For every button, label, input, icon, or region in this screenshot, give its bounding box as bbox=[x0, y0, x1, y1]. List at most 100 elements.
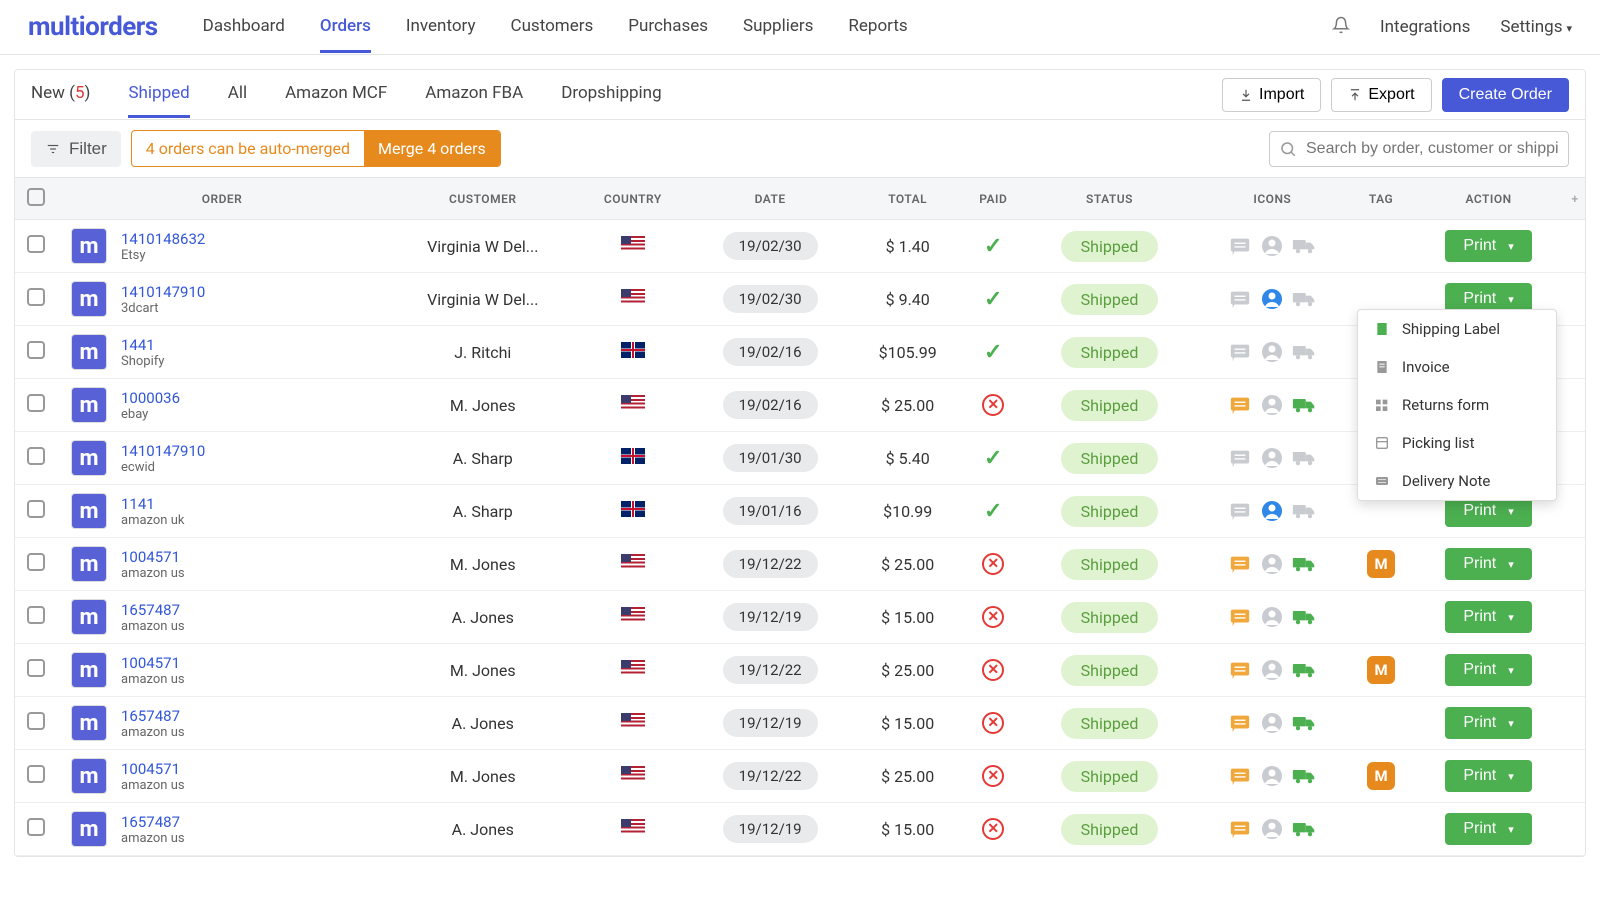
select-all-checkbox[interactable] bbox=[27, 188, 45, 206]
tab-shipped[interactable]: Shipped bbox=[128, 71, 189, 118]
tag-badge[interactable]: M bbox=[1367, 762, 1395, 790]
note-icon[interactable] bbox=[1228, 553, 1252, 575]
row-checkbox[interactable] bbox=[27, 818, 45, 836]
order-number-link[interactable]: 1657487 bbox=[121, 813, 185, 831]
person-icon[interactable] bbox=[1260, 500, 1284, 522]
truck-icon[interactable] bbox=[1292, 288, 1316, 310]
col-order[interactable]: ORDER bbox=[57, 178, 387, 220]
truck-icon[interactable] bbox=[1292, 500, 1316, 522]
tab-amazon-fba[interactable]: Amazon FBA bbox=[425, 71, 523, 118]
row-checkbox[interactable] bbox=[27, 288, 45, 306]
row-checkbox[interactable] bbox=[27, 553, 45, 571]
truck-icon[interactable] bbox=[1292, 659, 1316, 681]
tag-badge[interactable]: M bbox=[1367, 550, 1395, 578]
nav-orders[interactable]: Orders bbox=[320, 2, 371, 53]
nav-customers[interactable]: Customers bbox=[511, 2, 594, 53]
dropdown-item[interactable]: Picking list bbox=[1358, 424, 1556, 462]
truck-icon[interactable] bbox=[1292, 394, 1316, 416]
tab-amazon-mcf[interactable]: Amazon MCF bbox=[285, 71, 387, 118]
note-icon[interactable] bbox=[1228, 235, 1252, 257]
search-input[interactable] bbox=[1269, 131, 1569, 167]
row-checkbox[interactable] bbox=[27, 606, 45, 624]
person-icon[interactable] bbox=[1260, 606, 1284, 628]
person-icon[interactable] bbox=[1260, 553, 1284, 575]
print-button[interactable]: Print▾ bbox=[1445, 707, 1531, 739]
note-icon[interactable] bbox=[1228, 818, 1252, 840]
tag-badge[interactable]: M bbox=[1367, 656, 1395, 684]
truck-icon[interactable] bbox=[1292, 818, 1316, 840]
order-number-link[interactable]: 1004571 bbox=[121, 548, 185, 566]
note-icon[interactable] bbox=[1228, 765, 1252, 787]
col-date[interactable]: DATE bbox=[687, 178, 853, 220]
truck-icon[interactable] bbox=[1292, 606, 1316, 628]
filter-button[interactable]: Filter bbox=[31, 131, 121, 167]
col-tag[interactable]: TAG bbox=[1350, 178, 1412, 220]
add-column-button[interactable]: + bbox=[1565, 178, 1585, 220]
note-icon[interactable] bbox=[1228, 288, 1252, 310]
order-number-link[interactable]: 1410147910 bbox=[121, 283, 205, 301]
order-number-link[interactable]: 1000036 bbox=[121, 389, 180, 407]
person-icon[interactable] bbox=[1260, 288, 1284, 310]
col-action[interactable]: ACTION bbox=[1412, 178, 1565, 220]
col-status[interactable]: STATUS bbox=[1024, 178, 1194, 220]
nav-reports[interactable]: Reports bbox=[848, 2, 907, 53]
nav-dashboard[interactable]: Dashboard bbox=[203, 2, 285, 53]
col-country[interactable]: COUNTRY bbox=[579, 178, 688, 220]
row-checkbox[interactable] bbox=[27, 447, 45, 465]
print-button[interactable]: Print▾ bbox=[1445, 813, 1531, 845]
export-button[interactable]: Export bbox=[1331, 78, 1431, 112]
create-order-button[interactable]: Create Order bbox=[1442, 78, 1569, 112]
truck-icon[interactable] bbox=[1292, 765, 1316, 787]
row-checkbox[interactable] bbox=[27, 394, 45, 412]
person-icon[interactable] bbox=[1260, 659, 1284, 681]
tab-dropshipping[interactable]: Dropshipping bbox=[561, 71, 661, 118]
note-icon[interactable] bbox=[1228, 394, 1252, 416]
col-customer[interactable]: CUSTOMER bbox=[387, 178, 579, 220]
order-number-link[interactable]: 1004571 bbox=[121, 760, 185, 778]
order-number-link[interactable]: 1657487 bbox=[121, 601, 185, 619]
print-button[interactable]: Print▾ bbox=[1445, 230, 1531, 262]
col-total[interactable]: TOTAL bbox=[853, 178, 962, 220]
person-icon[interactable] bbox=[1260, 235, 1284, 257]
print-button[interactable]: Print▾ bbox=[1445, 601, 1531, 633]
note-icon[interactable] bbox=[1228, 712, 1252, 734]
person-icon[interactable] bbox=[1260, 765, 1284, 787]
order-number-link[interactable]: 1410148632 bbox=[121, 230, 205, 248]
nav-inventory[interactable]: Inventory bbox=[406, 2, 476, 53]
order-number-link[interactable]: 1141 bbox=[121, 495, 184, 513]
dropdown-item[interactable]: Shipping Label bbox=[1358, 310, 1556, 348]
truck-icon[interactable] bbox=[1292, 447, 1316, 469]
dropdown-item[interactable]: Returns form bbox=[1358, 386, 1556, 424]
row-checkbox[interactable] bbox=[27, 235, 45, 253]
dropdown-item[interactable]: Delivery Note bbox=[1358, 462, 1556, 500]
person-icon[interactable] bbox=[1260, 341, 1284, 363]
person-icon[interactable] bbox=[1260, 818, 1284, 840]
tab-all[interactable]: All bbox=[228, 71, 247, 118]
note-icon[interactable] bbox=[1228, 447, 1252, 469]
note-icon[interactable] bbox=[1228, 341, 1252, 363]
row-checkbox[interactable] bbox=[27, 500, 45, 518]
col-paid[interactable]: PAID bbox=[962, 178, 1024, 220]
note-icon[interactable] bbox=[1228, 500, 1252, 522]
note-icon[interactable] bbox=[1228, 659, 1252, 681]
dropdown-item[interactable]: Invoice bbox=[1358, 348, 1556, 386]
nav-integrations[interactable]: Integrations bbox=[1380, 17, 1470, 37]
order-number-link[interactable]: 1004571 bbox=[121, 654, 185, 672]
import-button[interactable]: Import bbox=[1222, 78, 1321, 112]
print-button[interactable]: Print▾ bbox=[1445, 548, 1531, 580]
merge-button[interactable]: Merge 4 orders bbox=[364, 131, 500, 166]
person-icon[interactable] bbox=[1260, 394, 1284, 416]
note-icon[interactable] bbox=[1228, 606, 1252, 628]
col-icons[interactable]: ICONS bbox=[1195, 178, 1350, 220]
print-button[interactable]: Print▾ bbox=[1445, 654, 1531, 686]
person-icon[interactable] bbox=[1260, 712, 1284, 734]
tab-new[interactable]: New (5) bbox=[31, 71, 90, 118]
truck-icon[interactable] bbox=[1292, 341, 1316, 363]
nav-settings[interactable]: Settings▾ bbox=[1500, 17, 1572, 37]
bell-icon[interactable] bbox=[1332, 16, 1350, 39]
nav-suppliers[interactable]: Suppliers bbox=[743, 2, 813, 53]
truck-icon[interactable] bbox=[1292, 712, 1316, 734]
person-icon[interactable] bbox=[1260, 447, 1284, 469]
row-checkbox[interactable] bbox=[27, 341, 45, 359]
row-checkbox[interactable] bbox=[27, 659, 45, 677]
